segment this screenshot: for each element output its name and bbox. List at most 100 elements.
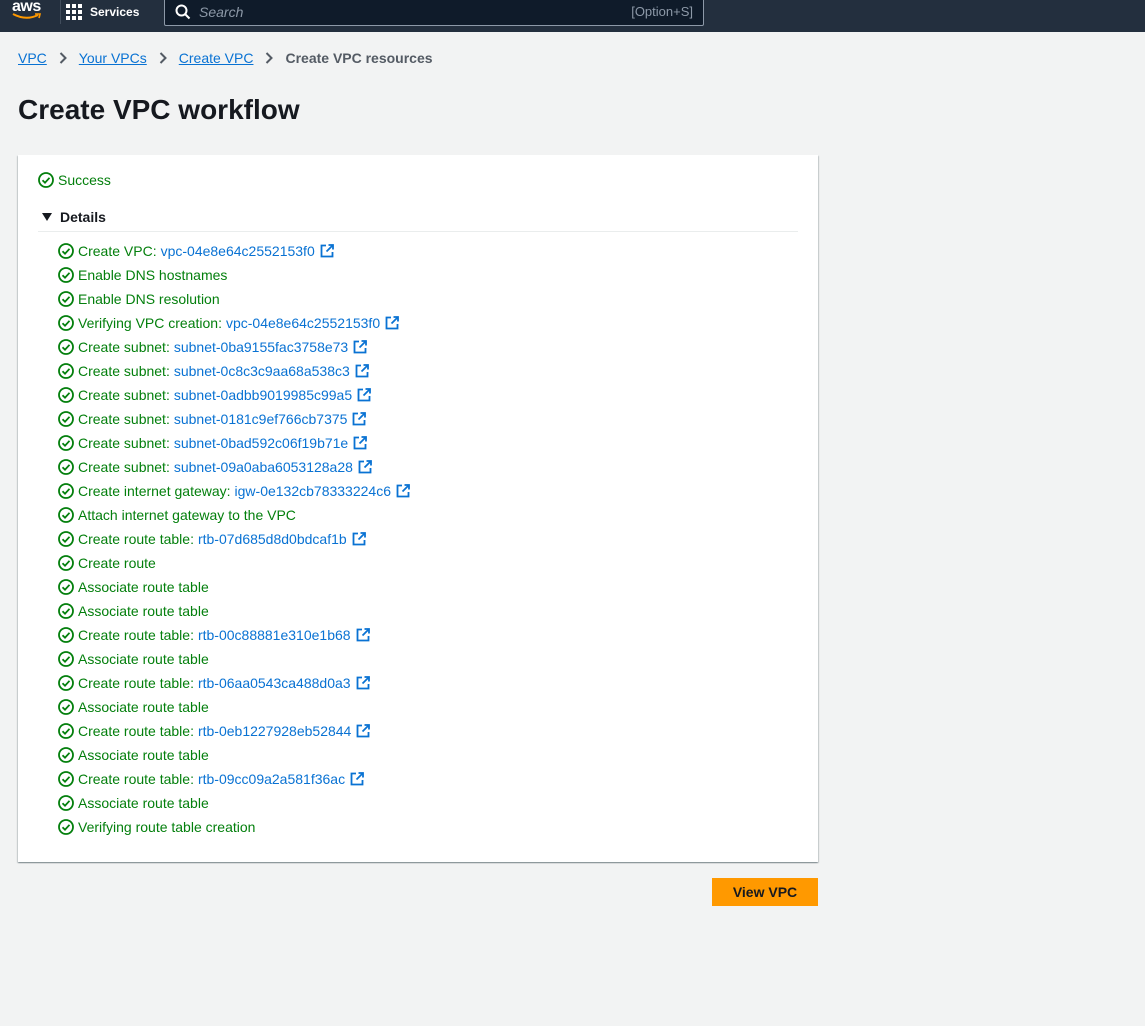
external-link-icon[interactable] xyxy=(352,532,366,546)
step-text: Verifying route table creation xyxy=(78,819,256,835)
step-text: Create subnet: xyxy=(78,411,170,427)
resource-id-link[interactable]: vpc-04e8e64c2552153f0 xyxy=(161,243,315,259)
external-link-icon[interactable] xyxy=(352,412,367,426)
step-text: Associate route table xyxy=(78,699,209,715)
search-icon xyxy=(175,4,191,20)
external-link-icon[interactable] xyxy=(358,460,372,474)
external-link-icon[interactable] xyxy=(356,724,371,738)
success-check-icon xyxy=(58,723,74,739)
external-link-icon[interactable] xyxy=(356,628,370,642)
workflow-step: Create route xyxy=(58,551,410,575)
external-link-icon[interactable] xyxy=(355,364,369,378)
success-check-icon xyxy=(58,747,74,763)
step-text: Create subnet: xyxy=(78,363,170,379)
step-text: Create subnet: xyxy=(78,459,170,475)
success-check-icon xyxy=(58,411,74,427)
external-link-icon[interactable] xyxy=(353,340,368,354)
breadcrumb-your-vpcs[interactable]: Your VPCs xyxy=(79,50,147,66)
external-link-icon[interactable] xyxy=(396,484,410,498)
workflow-step: Create subnet: subnet-0ba9155fac3758e73 xyxy=(58,335,410,359)
resource-id-link[interactable]: rtb-0eb1227928eb52844 xyxy=(198,723,351,739)
caret-down-icon xyxy=(42,213,52,221)
search-box[interactable]: [Option+S] xyxy=(164,0,704,26)
step-text: Create route table: xyxy=(78,531,194,547)
step-text: Create route table: xyxy=(78,627,194,643)
resource-id-link[interactable]: subnet-0c8c3c9aa68a538c3 xyxy=(174,363,350,379)
success-check-icon xyxy=(58,819,74,835)
chevron-right-icon xyxy=(266,52,274,64)
breadcrumb: VPC Your VPCs Create VPC Create VPC reso… xyxy=(18,50,433,66)
step-text: Create subnet: xyxy=(78,387,170,403)
success-check-icon xyxy=(58,507,74,523)
external-link-icon[interactable] xyxy=(353,436,368,450)
success-check-icon xyxy=(58,795,74,811)
breadcrumb-create-vpc[interactable]: Create VPC xyxy=(179,50,254,66)
workflow-step: Associate route table xyxy=(58,695,410,719)
success-check-icon xyxy=(58,627,74,643)
workflow-step: Associate route table xyxy=(58,575,410,599)
view-vpc-button[interactable]: View VPC xyxy=(712,878,818,906)
external-link-icon[interactable] xyxy=(357,388,372,402)
workflow-step: Create subnet: subnet-0c8c3c9aa68a538c3 xyxy=(58,359,410,383)
aws-logo[interactable]: aws xyxy=(12,0,46,24)
search-input[interactable] xyxy=(199,1,599,23)
resource-id-link[interactable]: subnet-0ba9155fac3758e73 xyxy=(174,339,348,355)
grid-menu-icon xyxy=(66,4,82,20)
services-menu-button[interactable]: Services xyxy=(66,0,139,24)
resource-id-link[interactable]: subnet-0bad592c06f19b71e xyxy=(174,435,348,451)
success-check-icon xyxy=(58,459,74,475)
step-text: Associate route table xyxy=(78,651,209,667)
resource-id-link[interactable]: rtb-00c88881e310e1b68 xyxy=(198,627,351,643)
success-check-icon xyxy=(58,603,74,619)
success-check-icon xyxy=(58,675,74,691)
step-text: Associate route table xyxy=(78,579,209,595)
details-expander[interactable]: Details xyxy=(38,209,798,232)
success-check-icon xyxy=(38,172,54,188)
workflow-step: Associate route table xyxy=(58,791,410,815)
external-link-icon[interactable] xyxy=(385,316,400,330)
resource-id-link[interactable]: subnet-09a0aba6053128a28 xyxy=(174,459,353,475)
success-check-icon xyxy=(58,771,74,787)
resource-id-link[interactable]: subnet-0adbb9019985c99a5 xyxy=(174,387,352,403)
step-text: Verifying VPC creation: xyxy=(78,315,222,331)
resource-id-link[interactable]: igw-0e132cb78333224c6 xyxy=(235,483,391,499)
external-link-icon[interactable] xyxy=(350,772,364,786)
resource-id-link[interactable]: vpc-04e8e64c2552153f0 xyxy=(226,315,380,331)
workflow-step: Create subnet: subnet-09a0aba6053128a28 xyxy=(58,455,410,479)
success-status: Success xyxy=(38,172,111,188)
workflow-step: Create subnet: subnet-0bad592c06f19b71e xyxy=(58,431,410,455)
step-text: Create subnet: xyxy=(78,339,170,355)
step-text: Enable DNS resolution xyxy=(78,291,220,307)
resource-id-link[interactable]: rtb-07d685d8d0bdcaf1b xyxy=(198,531,347,547)
workflow-step: Associate route table xyxy=(58,647,410,671)
chevron-right-icon xyxy=(159,52,167,64)
step-text: Create route table: xyxy=(78,723,194,739)
workflow-step: Create VPC: vpc-04e8e64c2552153f0 xyxy=(58,239,410,263)
step-text: Create route table: xyxy=(78,675,194,691)
success-check-icon xyxy=(58,555,74,571)
services-label: Services xyxy=(90,5,140,19)
chevron-right-icon xyxy=(59,52,67,64)
step-text: Create internet gateway: xyxy=(78,483,231,499)
success-check-icon xyxy=(58,315,74,331)
resource-id-link[interactable]: subnet-0181c9ef766cb7375 xyxy=(174,411,348,427)
workflow-step: Associate route table xyxy=(58,599,410,623)
breadcrumb-vpc[interactable]: VPC xyxy=(18,50,47,66)
success-label: Success xyxy=(58,172,111,188)
workflow-step: Create internet gateway: igw-0e132cb78333… xyxy=(58,479,410,503)
workflow-step: Enable DNS hostnames xyxy=(58,263,410,287)
nav-divider xyxy=(60,0,61,24)
success-check-icon xyxy=(58,531,74,547)
resource-id-link[interactable]: rtb-09cc09a2a581f36ac xyxy=(198,771,345,787)
workflow-panel: Success Details Create VPC: vpc-04e8e64c2… xyxy=(18,155,818,862)
external-link-icon[interactable] xyxy=(320,244,334,258)
success-check-icon xyxy=(58,579,74,595)
workflow-step: Create route table: rtb-00c88881e310e1b68 xyxy=(58,623,410,647)
step-text: Create route xyxy=(78,555,156,571)
workflow-step: Create route table: rtb-07d685d8d0bdcaf1b xyxy=(58,527,410,551)
page-title: Create VPC workflow xyxy=(18,94,300,125)
resource-id-link[interactable]: rtb-06aa0543ca488d0a3 xyxy=(198,675,351,691)
workflow-step: Verifying VPC creation: vpc-04e8e64c25521… xyxy=(58,311,410,335)
external-link-icon[interactable] xyxy=(356,676,370,690)
success-check-icon xyxy=(58,267,74,283)
